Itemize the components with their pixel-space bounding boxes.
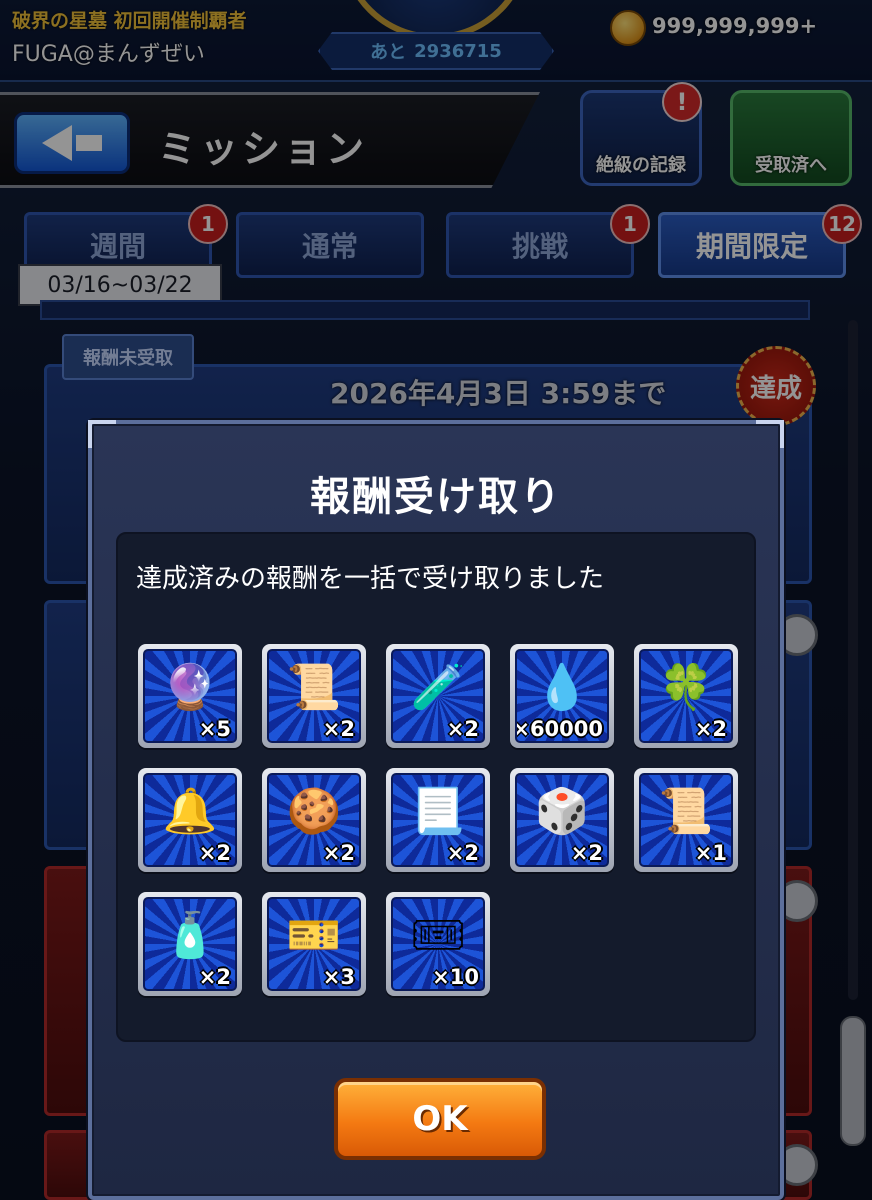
dialog-title: 報酬受け取り <box>310 474 562 520</box>
ticket-icon: 🎫 <box>286 910 342 961</box>
reward-quantity: ×2 <box>198 841 231 865</box>
reward-item: 🎟 ×10 <box>386 892 490 996</box>
reward-item: 📜 ×2 <box>262 644 366 748</box>
reward-item: 📜 ×1 <box>634 768 738 872</box>
reward-item: 💧 ×60000 <box>510 644 614 748</box>
clover-wand-icon: 🍀 <box>658 662 714 713</box>
reward-item: 🎫 ×3 <box>262 892 366 996</box>
reward-quantity: ×5 <box>198 717 231 741</box>
reward-quantity: ×2 <box>198 965 231 989</box>
reward-item: 🧪 ×2 <box>386 644 490 748</box>
reward-quantity: ×2 <box>446 841 479 865</box>
blue-flame-icon: 💧 <box>534 662 590 713</box>
reward-item: 🍪 ×2 <box>262 768 366 872</box>
dialog-message: 達成済みの報酬を一括で受け取りました <box>136 564 605 594</box>
dice-icon: 🎲 <box>534 786 590 837</box>
bell-icon: 🔔 <box>162 786 218 837</box>
reward-quantity: ×2 <box>322 841 355 865</box>
el-bottle-icon: 🧴 <box>162 910 218 961</box>
ok-button[interactable]: OK <box>334 1078 546 1160</box>
reward-quantity: ×60000 <box>515 717 603 741</box>
book-scroll-icon: 📜 <box>658 786 714 837</box>
reward-quantity: ×3 <box>322 965 355 989</box>
skip-ticket-icon: 🎟 <box>410 910 466 961</box>
reward-quantity: ×2 <box>322 717 355 741</box>
scroll-icon: 📜 <box>286 662 342 713</box>
rainbow-orb-icon: 🔮 <box>162 662 218 713</box>
reward-item: 🔔 ×2 <box>138 768 242 872</box>
reward-quantity: ×2 <box>694 717 727 741</box>
reward-quantity: ×1 <box>694 841 727 865</box>
red-scroll-icon: 📃 <box>410 786 466 837</box>
reward-item: 🔮 ×5 <box>138 644 242 748</box>
cookie-icon: 🍪 <box>286 786 342 837</box>
reward-quantity: ×10 <box>432 965 479 989</box>
reward-item: 🎲 ×2 <box>510 768 614 872</box>
reward-item: 📃 ×2 <box>386 768 490 872</box>
reward-dialog: 報酬受け取り 達成済みの報酬を一括で受け取りました 🔮 ×5 📜 ×2 🧪 ×2 💧 ×600… <box>88 420 784 1200</box>
sprout-bottle-icon: 🧪 <box>410 662 466 713</box>
reward-quantity: ×2 <box>446 717 479 741</box>
reward-item: 🧴 ×2 <box>138 892 242 996</box>
reward-quantity: ×2 <box>570 841 603 865</box>
reward-item: 🍀 ×2 <box>634 644 738 748</box>
